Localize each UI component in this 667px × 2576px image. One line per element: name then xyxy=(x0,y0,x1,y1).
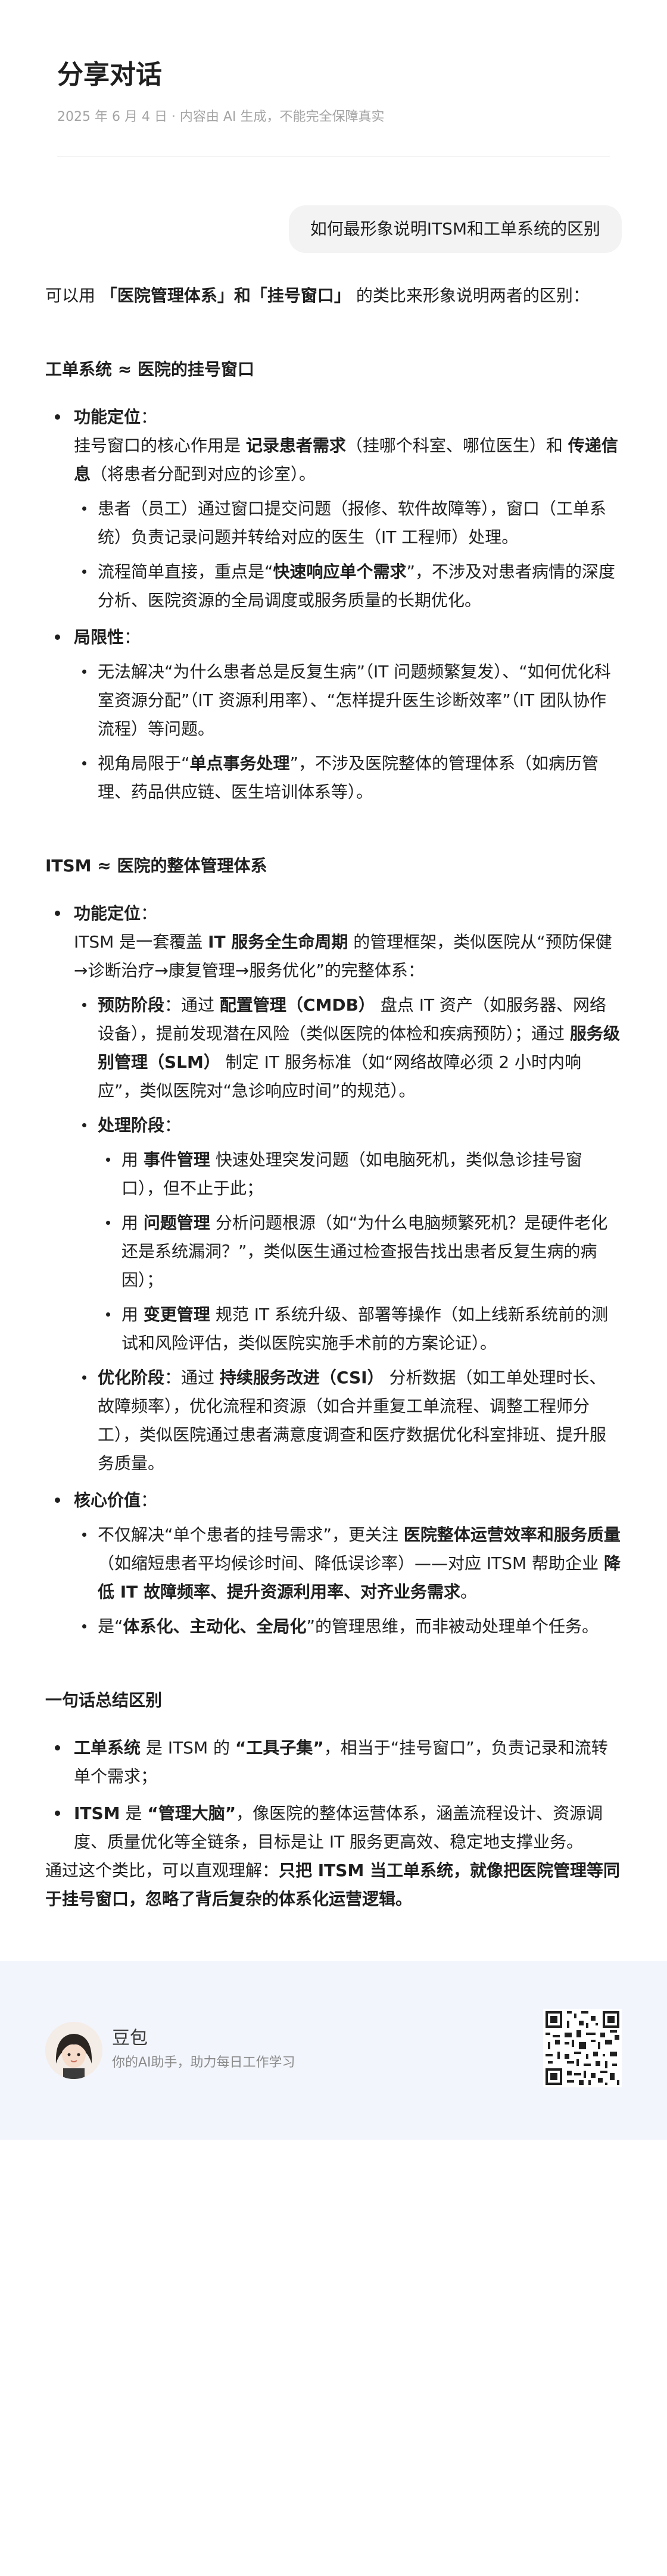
brand-name: 豆包 xyxy=(112,2028,148,2049)
page-title: 分享对话 xyxy=(57,60,162,90)
page-header: 分享对话 2025 年 6 月 4 日 · 内容由 AI 生成，不能完全保障真实 xyxy=(0,0,667,126)
limit-sublist: 无法解决“为什么患者总是反复生病”（IT 问题频繁复发）、“如何优化科室资源分配… xyxy=(74,658,622,806)
section1-list: 功能定位： 挂号窗口的核心作用是 记录患者需求（挂哪个科室、哪位医生）和 传递信… xyxy=(45,403,622,806)
list-item: 预防阶段：通过 配置管理（CMDB） 盘点 IT 资产（如服务器、网络设备），提… xyxy=(74,991,622,1105)
user-message-bubble[interactable]: 如何最形象说明ITSM和工单系统的区别 xyxy=(288,205,622,253)
summary-list: 工单系统 是 ITSM 的 “工具子集”，相当于“挂号窗口”，负责记录和流转单个… xyxy=(45,1734,622,1856)
value-sublist: 不仅解决“单个患者的挂号需求”，更关注 医院整体运营效率和服务质量（如缩短患者平… xyxy=(74,1521,622,1641)
list-item: 处理阶段： 用 事件管理 快速处理突发问题（如电脑死机，类似急诊挂号窗口），但不… xyxy=(74,1111,622,1358)
func-paragraph: ITSM 是一套覆盖 IT 服务全生命周期 的管理框架，类似医院从“预防保健→诊… xyxy=(74,932,612,980)
list-item: 优化阶段：通过 持续服务改进（CSI） 分析数据（如工单处理时长、故障频率），优… xyxy=(74,1364,622,1478)
limit-label: 局限性 xyxy=(74,627,124,647)
list-item: 核心价值： 不仅解决“单个患者的挂号需求”，更关注 医院整体运营效率和服务质量（… xyxy=(45,1486,622,1641)
brand-tagline: 你的AI助手，助力每日工作学习 xyxy=(112,2055,295,2070)
lifecycle-sublist: 预防阶段：通过 配置管理（CMDB） 盘点 IT 资产（如服务器、网络设备），提… xyxy=(74,991,622,1478)
conversation: 如何最形象说明ITSM和工单系统的区别 可以用 「医院管理体系」和「挂号窗口」 … xyxy=(0,157,667,1914)
list-item: 无法解决“为什么患者总是反复生病”（IT 问题频繁复发）、“如何优化科室资源分配… xyxy=(74,658,622,743)
list-item: ITSM 是 “管理大脑”，像医院的整体运营体系，涵盖流程设计、资源调度、质量优… xyxy=(45,1799,622,1856)
list-item: 用 问题管理 分析问题根源（如“为什么电脑频繁死机？是硬件老化还是系统漏洞？”，… xyxy=(98,1209,622,1295)
list-item: 工单系统 是 ITSM 的 “工具子集”，相当于“挂号窗口”，负责记录和流转单个… xyxy=(45,1734,622,1791)
section2-list: 功能定位： ITSM 是一套覆盖 IT 服务全生命周期 的管理框架，类似医院从“… xyxy=(45,899,622,1641)
section-heading-itsm: ITSM ≈ 医院的整体管理体系 xyxy=(45,856,267,876)
list-item: 用 事件管理 快速处理突发问题（如电脑死机，类似急诊挂号窗口），但不止于此； xyxy=(98,1146,622,1203)
page-meta: 2025 年 6 月 4 日 · 内容由 AI 生成，不能完全保障真实 xyxy=(57,110,385,124)
share-page: 分享对话 2025 年 6 月 4 日 · 内容由 AI 生成，不能完全保障真实… xyxy=(0,0,667,2140)
closing-paragraph: 通过这个类比，可以直观理解：只把 ITSM 当工单系统，就像把医院管理等同于挂号… xyxy=(45,1861,621,1909)
func-paragraph: 挂号窗口的核心作用是 记录患者需求（挂哪个科室、哪位医生）和 传递信息（将患者分… xyxy=(74,436,618,484)
func-label: 功能定位 xyxy=(74,407,141,427)
list-item: 是“体系化、主动化、全局化”的管理思维，而非被动处理单个任务。 xyxy=(74,1612,622,1641)
share-footer: 豆包 你的AI助手，助力每日工作学习 xyxy=(0,1961,667,2140)
func-label: 功能定位 xyxy=(74,904,141,923)
qr-code xyxy=(543,2009,622,2087)
section-heading-summary: 一句话总结区别 xyxy=(45,1690,163,1710)
intro-bold: 「医院管理体系」和「挂号窗口」 xyxy=(100,286,351,305)
intro-text-end: 的类比来形象说明两者的区别： xyxy=(350,286,590,305)
list-item: 流程简单直接，重点是“快速响应单个需求”，不涉及对患者病情的深度分析、医院资源的… xyxy=(74,558,622,615)
list-item: 用 变更管理 规范 IT 系统升级、部署等操作（如上线新系统前的测试和风险评估，… xyxy=(98,1300,622,1358)
process-sublist: 用 事件管理 快速处理突发问题（如电脑死机，类似急诊挂号窗口），但不止于此； 用… xyxy=(98,1146,622,1358)
answer-intro: 可以用 「医院管理体系」和「挂号窗口」 的类比来形象说明两者的区别： xyxy=(45,282,622,310)
user-message-row: 如何最形象说明ITSM和工单系统的区别 xyxy=(45,205,622,253)
list-item: 局限性： 无法解决“为什么患者总是反复生病”（IT 问题频繁复发）、“如何优化科… xyxy=(45,623,622,806)
section-heading-ticket-system: 工单系统 ≈ 医院的挂号窗口 xyxy=(45,359,254,379)
func-sublist: 患者（员工）通过窗口提交问题（报修、软件故障等），窗口（工单系统）负责记录问题并… xyxy=(74,495,622,615)
list-item: 功能定位： 挂号窗口的核心作用是 记录患者需求（挂哪个科室、哪位医生）和 传递信… xyxy=(45,403,622,615)
list-item: 功能定位： ITSM 是一套覆盖 IT 服务全生命周期 的管理框架，类似医院从“… xyxy=(45,899,622,1478)
avatar xyxy=(45,2022,102,2079)
list-item: 患者（员工）通过窗口提交问题（报修、软件故障等），窗口（工单系统）负责记录问题并… xyxy=(74,495,622,552)
value-label: 核心价值 xyxy=(74,1490,141,1510)
list-item: 不仅解决“单个患者的挂号需求”，更关注 医院整体运营效率和服务质量（如缩短患者平… xyxy=(74,1521,622,1606)
list-item: 视角局限于“单点事务处理”，不涉及医院整体的管理体系（如病历管理、药品供应链、医… xyxy=(74,749,622,806)
assistant-answer: 可以用 「医院管理体系」和「挂号窗口」 的类比来形象说明两者的区别： 工单系统 … xyxy=(45,282,622,1914)
intro-text: 可以用 xyxy=(45,286,101,305)
